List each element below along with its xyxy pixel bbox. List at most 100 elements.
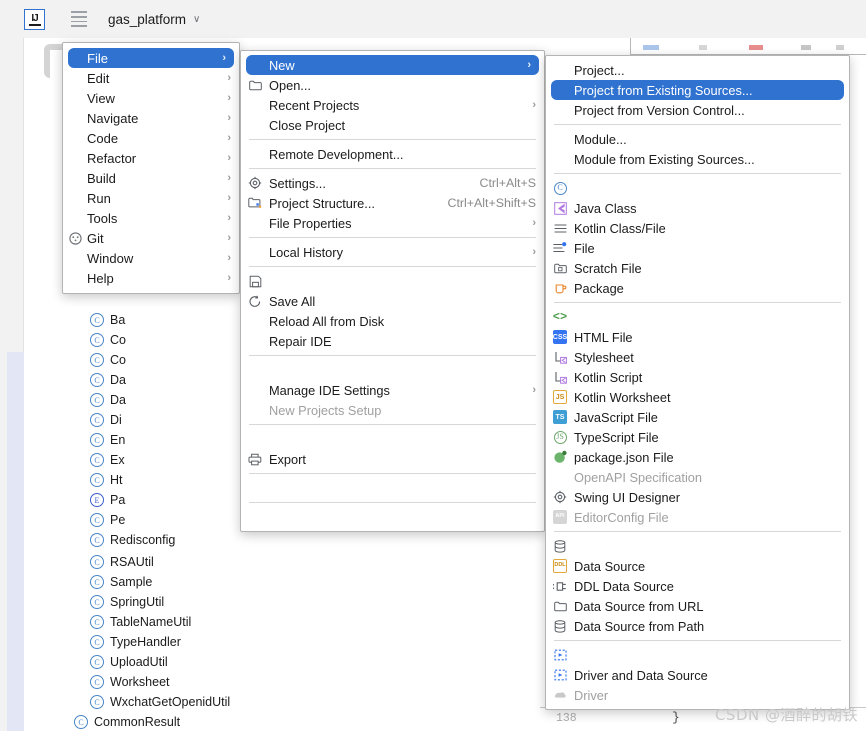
html-file-icon: <> — [552, 310, 568, 324]
file-menu-item-project-structure[interactable]: Project Structure... Ctrl+Alt+Shift+S — [241, 193, 544, 213]
tab-blip[interactable] — [801, 45, 811, 50]
tab-blip[interactable] — [699, 45, 707, 50]
new-submenu-popup[interactable]: Project... Project from Existing Sources… — [545, 55, 850, 710]
tree-item[interactable]: E Pa — [90, 490, 125, 510]
new-menu-item-module[interactable]: Module... — [546, 129, 849, 149]
hamburger-icon[interactable] — [71, 11, 87, 27]
menu-item-run[interactable]: Run › — [63, 188, 239, 208]
file-menu-item-open[interactable]: Open... — [241, 75, 544, 95]
git-icon — [67, 230, 83, 246]
new-menu-item-module-from-existing-sources[interactable]: Module from Existing Sources... — [546, 149, 849, 169]
chevron-right-icon: › — [222, 52, 226, 64]
new-menu-item-ddl-data-source[interactable]: DDL Data Source — [546, 556, 849, 576]
tree-item[interactable]: C Co — [90, 350, 126, 370]
tree-item[interactable]: C Ba — [90, 310, 125, 330]
chevron-down-icon[interactable]: ∨ — [193, 14, 200, 25]
tree-item[interactable]: C Worksheet — [90, 672, 170, 692]
file-menu-item-reload-all-from-disk[interactable]: Save All — [241, 291, 544, 311]
css-icon: CSS — [552, 329, 568, 345]
tree-item[interactable]: C Ht — [90, 470, 123, 490]
tab-blip[interactable] — [643, 45, 659, 50]
new-menu-item-scratch-file[interactable]: File — [546, 238, 849, 258]
menu-item-build[interactable]: Build › — [63, 168, 239, 188]
menu-item-navigate[interactable]: Navigate › — [63, 108, 239, 128]
tree-item[interactable]: C SpringUtil — [90, 592, 164, 612]
new-menu-item-driver-and-data-source[interactable] — [546, 645, 849, 665]
editor-tabbar[interactable] — [630, 38, 866, 55]
data-source-url-icon — [552, 578, 568, 594]
file-menu-item-exit[interactable] — [241, 507, 544, 527]
tree-item[interactable]: C Da — [90, 390, 126, 410]
menu-separator — [249, 355, 536, 356]
file-menu-item-repair-ide[interactable]: Reload All from Disk — [241, 311, 544, 331]
new-menu-item-data-source-from-path[interactable]: Data Source from URL — [546, 596, 849, 616]
blank-icon — [552, 62, 568, 78]
new-menu-item-data-source-from-url[interactable]: DDL Data Source — [546, 576, 849, 596]
file-menu-item-new-projects-setup[interactable]: Manage IDE Settings › — [241, 380, 544, 400]
menu-item-edit[interactable]: Edit › — [63, 68, 239, 88]
new-menu-item-typescript-file[interactable]: TS JavaScript File — [546, 407, 849, 427]
menu-item-code[interactable]: Code › — [63, 128, 239, 148]
tree-item[interactable]: C TypeHandler — [90, 632, 181, 652]
file-menu-item-file-properties[interactable]: File Properties › — [241, 213, 544, 233]
new-menu-item-file[interactable]: Kotlin Class/File — [546, 218, 849, 238]
new-menu-item-kotlin-worksheet[interactable]: Kotlin Script — [546, 367, 849, 387]
menu-item-git[interactable]: Git › — [63, 228, 239, 248]
menu-item-window[interactable]: Window › — [63, 248, 239, 268]
new-menu-item-editorconfig-file[interactable]: Swing UI Designer — [546, 487, 849, 507]
new-menu-item-kotlin-class-file[interactable]: Java Class — [546, 198, 849, 218]
menu-item-view[interactable]: View › — [63, 88, 239, 108]
file-menu-item-save-all[interactable] — [241, 271, 544, 291]
new-menu-item-kotlin-script[interactable]: Stylesheet — [546, 347, 849, 367]
file-menu-item-print[interactable]: Export — [241, 449, 544, 469]
menu-item-tools[interactable]: Tools › — [63, 208, 239, 228]
new-menu-item-driver[interactable]: Driver and Data Source — [546, 665, 849, 685]
new-menu-item-project-from-existing-sources[interactable]: Project from Existing Sources... — [551, 80, 844, 100]
new-menu-item-data-source-in-path[interactable]: Data Source from Path — [546, 616, 849, 636]
menu-item-refactor[interactable]: Refactor › — [63, 148, 239, 168]
tab-blip[interactable] — [749, 45, 763, 50]
file-menu-item-recent-projects[interactable]: Recent Projects › — [241, 95, 544, 115]
tree-item[interactable]: C UploadUtil — [90, 652, 168, 672]
file-menu-item-remote-development[interactable]: Remote Development... — [241, 144, 544, 164]
file-menu-item-settings[interactable]: Settings... Ctrl+Alt+S — [241, 173, 544, 193]
file-menu-item-new[interactable]: New › — [246, 55, 539, 75]
chevron-right-icon: › — [532, 384, 536, 396]
new-menu-item-openapi-specification[interactable]: package.json File — [546, 447, 849, 467]
tree-item[interactable]: C TableNameUtil — [90, 612, 191, 632]
tree-item[interactable]: C Co — [90, 330, 126, 350]
new-menu-item-javascript-file[interactable]: JS Kotlin Worksheet — [546, 387, 849, 407]
new-menu-item-project[interactable]: Project... — [546, 60, 849, 80]
file-menu-item-close-project[interactable]: Close Project — [241, 115, 544, 135]
menu-item-file[interactable]: File › — [68, 48, 234, 68]
main-menu-popup[interactable]: File › Edit › View › Navigate › Code › R… — [62, 42, 240, 294]
tree-item[interactable]: C Di — [90, 410, 122, 430]
tree-item[interactable]: C Pe — [90, 510, 125, 530]
new-menu-item-package-info-java[interactable]: Package — [546, 278, 849, 298]
tree-item[interactable]: C Sample — [90, 572, 152, 592]
menu-item-help[interactable]: Help › — [63, 268, 239, 288]
tree-item[interactable]: C Da — [90, 370, 126, 390]
save-icon — [247, 273, 263, 289]
new-menu-item-package-json-file[interactable]: JS TypeScript File — [546, 427, 849, 447]
tree-item[interactable]: C Redisconfig — [90, 530, 175, 550]
new-menu-item-java-class[interactable]: C — [546, 178, 849, 198]
tab-blip[interactable] — [836, 45, 844, 50]
project-name-label[interactable]: gas_platform — [108, 12, 186, 27]
file-menu-popup[interactable]: New › Open... Recent Projects › Close Pr… — [240, 50, 545, 532]
tree-item[interactable]: C RSAUtil — [90, 552, 154, 572]
new-menu-item-stylesheet[interactable]: CSS HTML File — [546, 327, 849, 347]
tree-item[interactable]: C En — [90, 430, 125, 450]
new-menu-item-project-from-version-control[interactable]: Project from Version Control... — [546, 100, 849, 120]
tree-item[interactable]: C Ex — [90, 450, 125, 470]
tree-item[interactable]: C WxchatGetOpenidUtil — [90, 692, 230, 712]
file-menu-item-manage-ide-settings[interactable] — [241, 360, 544, 380]
new-menu-item-data-source[interactable] — [546, 536, 849, 556]
file-menu-item-invalidate-caches[interactable]: Repair IDE — [241, 331, 544, 351]
file-menu-item-power-save-mode[interactable] — [241, 478, 544, 498]
new-menu-item-html-file[interactable]: <> — [546, 307, 849, 327]
new-menu-item-package[interactable]: Scratch File — [546, 258, 849, 278]
file-menu-item-local-history[interactable]: Local History › — [241, 242, 544, 262]
tree-item[interactable]: C CommonResult — [74, 712, 180, 731]
file-menu-item-export[interactable] — [241, 429, 544, 449]
